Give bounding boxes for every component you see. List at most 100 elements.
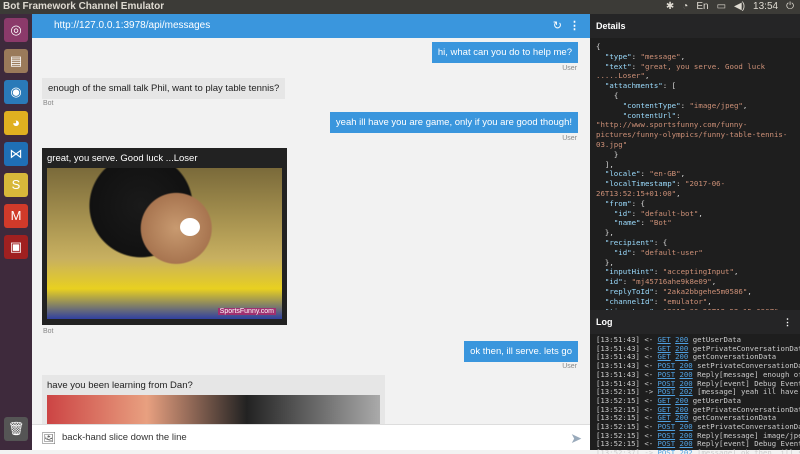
sender-label: User <box>562 135 577 142</box>
wifi-icon[interactable]: ◔ <box>682 0 688 14</box>
screenshot-icon[interactable]: ▣ <box>4 235 28 259</box>
log-method-link[interactable]: GET <box>658 335 671 344</box>
json-line: "channelId": "emulator", <box>604 296 712 306</box>
log-status-link[interactable]: 200 <box>680 422 693 431</box>
log-status-link[interactable]: 200 <box>675 413 688 422</box>
ubuntu-logo-icon[interactable]: ◎ <box>4 18 28 42</box>
json-line: "localTimestamp": "2017-06-26T13:52:15+0… <box>596 179 726 198</box>
user-message: yeah ill have you are game, only if you … <box>329 112 578 133</box>
details-title: Details <box>596 21 626 31</box>
user-message: ok then, ill serve. lets go <box>464 341 578 362</box>
bot-message: enough of the small talk Phil, want to p… <box>42 78 286 99</box>
refresh-icon[interactable]: ↻ <box>553 14 562 38</box>
log-title: Log <box>596 317 613 327</box>
photo[interactable] <box>47 395 380 425</box>
card-text: great, you serve. Good luck ...Loser <box>47 153 198 164</box>
table-tennis-photo[interactable]: SportsFunny.com <box>47 168 282 319</box>
window-title: Bot Framework Channel Emulator <box>3 1 165 12</box>
battery-icon[interactable]: ▭ <box>717 0 726 14</box>
json-line: }, <box>596 257 614 267</box>
keyboard-indicator[interactable]: En <box>696 0 708 14</box>
log-status-link[interactable]: 200 <box>675 352 688 362</box>
more-vertical-icon[interactable]: ⋮ <box>569 14 580 38</box>
log-status-link[interactable]: 200 <box>675 396 688 405</box>
json-line: "text": "great, you serve. Good luck ...… <box>596 61 770 81</box>
gmail-icon[interactable]: M <box>4 204 28 228</box>
power-icon[interactable]: ⏻ <box>786 0 794 14</box>
image-attach-icon[interactable]: 🖼 <box>41 425 56 451</box>
log-status-link[interactable]: 200 <box>680 439 693 449</box>
json-line: "contentType": "image/jpeg", <box>622 100 748 110</box>
chromium-icon[interactable]: ◉ <box>4 80 28 104</box>
log-status-link[interactable]: 202 <box>680 448 693 454</box>
log-status-link[interactable]: 200 <box>680 431 693 440</box>
json-line: "type": "message", <box>604 51 686 61</box>
log-method-link[interactable]: POST <box>658 431 676 440</box>
json-line: "inputHint": "acceptingInput", <box>604 267 739 277</box>
message-input[interactable]: back-hand slice down the line <box>62 432 187 443</box>
log-method-link[interactable]: GET <box>658 344 671 353</box>
sender-label: Bot <box>43 100 54 107</box>
chrome-icon[interactable]: ◕ <box>4 111 28 135</box>
log-status-link[interactable]: 202 <box>680 387 693 396</box>
sender-label: Bot <box>43 328 54 335</box>
details-header: Details <box>590 14 800 38</box>
clock[interactable]: 13:54 <box>753 0 778 14</box>
log-method-link[interactable]: POST <box>658 370 676 379</box>
log-status-link[interactable]: 200 <box>680 379 693 388</box>
send-icon[interactable]: ➤ <box>570 425 582 451</box>
json-line: "id": "default-bot", <box>613 208 703 218</box>
user-message: hi, what can you do to help me? <box>431 42 578 63</box>
settings-gear-icon[interactable]: ✱ <box>666 0 674 14</box>
log-method-link[interactable]: GET <box>658 352 671 362</box>
json-line: "replyToId": "2aka2bbgehe5m0586", <box>604 286 752 296</box>
details-json[interactable]: { "type": "message", "text": "great, you… <box>590 38 800 310</box>
log-method-link[interactable]: POST <box>658 448 676 454</box>
more-vertical-icon[interactable]: ⋮ <box>783 310 792 334</box>
vscode-icon[interactable]: ⋈ <box>4 142 28 166</box>
json-line: "from": { <box>604 198 645 208</box>
log-method-link[interactable]: POST <box>658 422 676 431</box>
files-icon[interactable]: ▤ <box>4 49 28 73</box>
json-line: ], <box>596 159 614 169</box>
message-input-bar: 🖼 back-hand slice down the line ➤ <box>32 424 590 450</box>
watermark: SportsFunny.com <box>217 308 276 315</box>
log-status-link[interactable]: 200 <box>675 405 688 414</box>
log-method-link[interactable]: POST <box>658 387 676 396</box>
json-line: "id": "default-user" <box>613 247 703 257</box>
json-line: { <box>596 90 619 100</box>
trash-icon[interactable]: 🗑 <box>4 417 28 441</box>
system-top-bar: Bot Framework Channel Emulator ✱ ◔ En ▭ … <box>0 0 800 14</box>
sender-label: User <box>562 65 577 72</box>
bot-image-card: great, you serve. Good luck ...Loser Spo… <box>42 148 287 325</box>
log-method-link[interactable]: GET <box>658 413 671 422</box>
chat-panel: http://127.0.0.1:3978/api/messages ↻ ⋮ h… <box>32 14 590 450</box>
log-status-link[interactable]: 200 <box>675 344 688 353</box>
inspector-panel: Details { "type": "message", "text": "gr… <box>590 14 800 454</box>
log-method-link[interactable]: POST <box>658 361 676 370</box>
log-status-link[interactable]: 200 <box>680 361 693 370</box>
log-list[interactable]: [13:51:43] <- GET 200 getUserData [13:51:… <box>590 334 800 454</box>
json-line: "name": "Bot" <box>613 218 672 228</box>
json-line: "locale": "en-GB", <box>604 169 686 179</box>
json-line: { <box>596 42 601 51</box>
slack-icon[interactable]: S <box>4 173 28 197</box>
json-line: }, <box>596 228 614 238</box>
ball <box>180 218 200 236</box>
log-method-link[interactable]: POST <box>658 379 676 388</box>
log-method-link[interactable]: GET <box>658 396 671 405</box>
chat-header: http://127.0.0.1:3978/api/messages ↻ ⋮ <box>32 14 590 38</box>
card-text: have you been learning from Dan? <box>47 380 193 391</box>
log-status-link[interactable]: 200 <box>675 335 688 344</box>
json-line: "recipient": { <box>604 237 668 247</box>
json-line: } <box>596 149 619 159</box>
log-status-link[interactable]: 200 <box>680 370 693 379</box>
log-header: Log ⋮ <box>590 310 800 334</box>
log-method-link[interactable]: GET <box>658 405 671 414</box>
log-method-link[interactable]: POST <box>658 439 676 449</box>
json-line: "contentUrl": "http://www.sportsfunny.co… <box>596 110 788 149</box>
launcher: ◎ ▤ ◉ ◕ ⋈ S M ▣ 🗑 <box>0 14 32 450</box>
sender-label: User <box>562 363 577 370</box>
volume-icon[interactable]: ◀) <box>734 0 745 14</box>
endpoint-url[interactable]: http://127.0.0.1:3978/api/messages <box>54 20 210 31</box>
